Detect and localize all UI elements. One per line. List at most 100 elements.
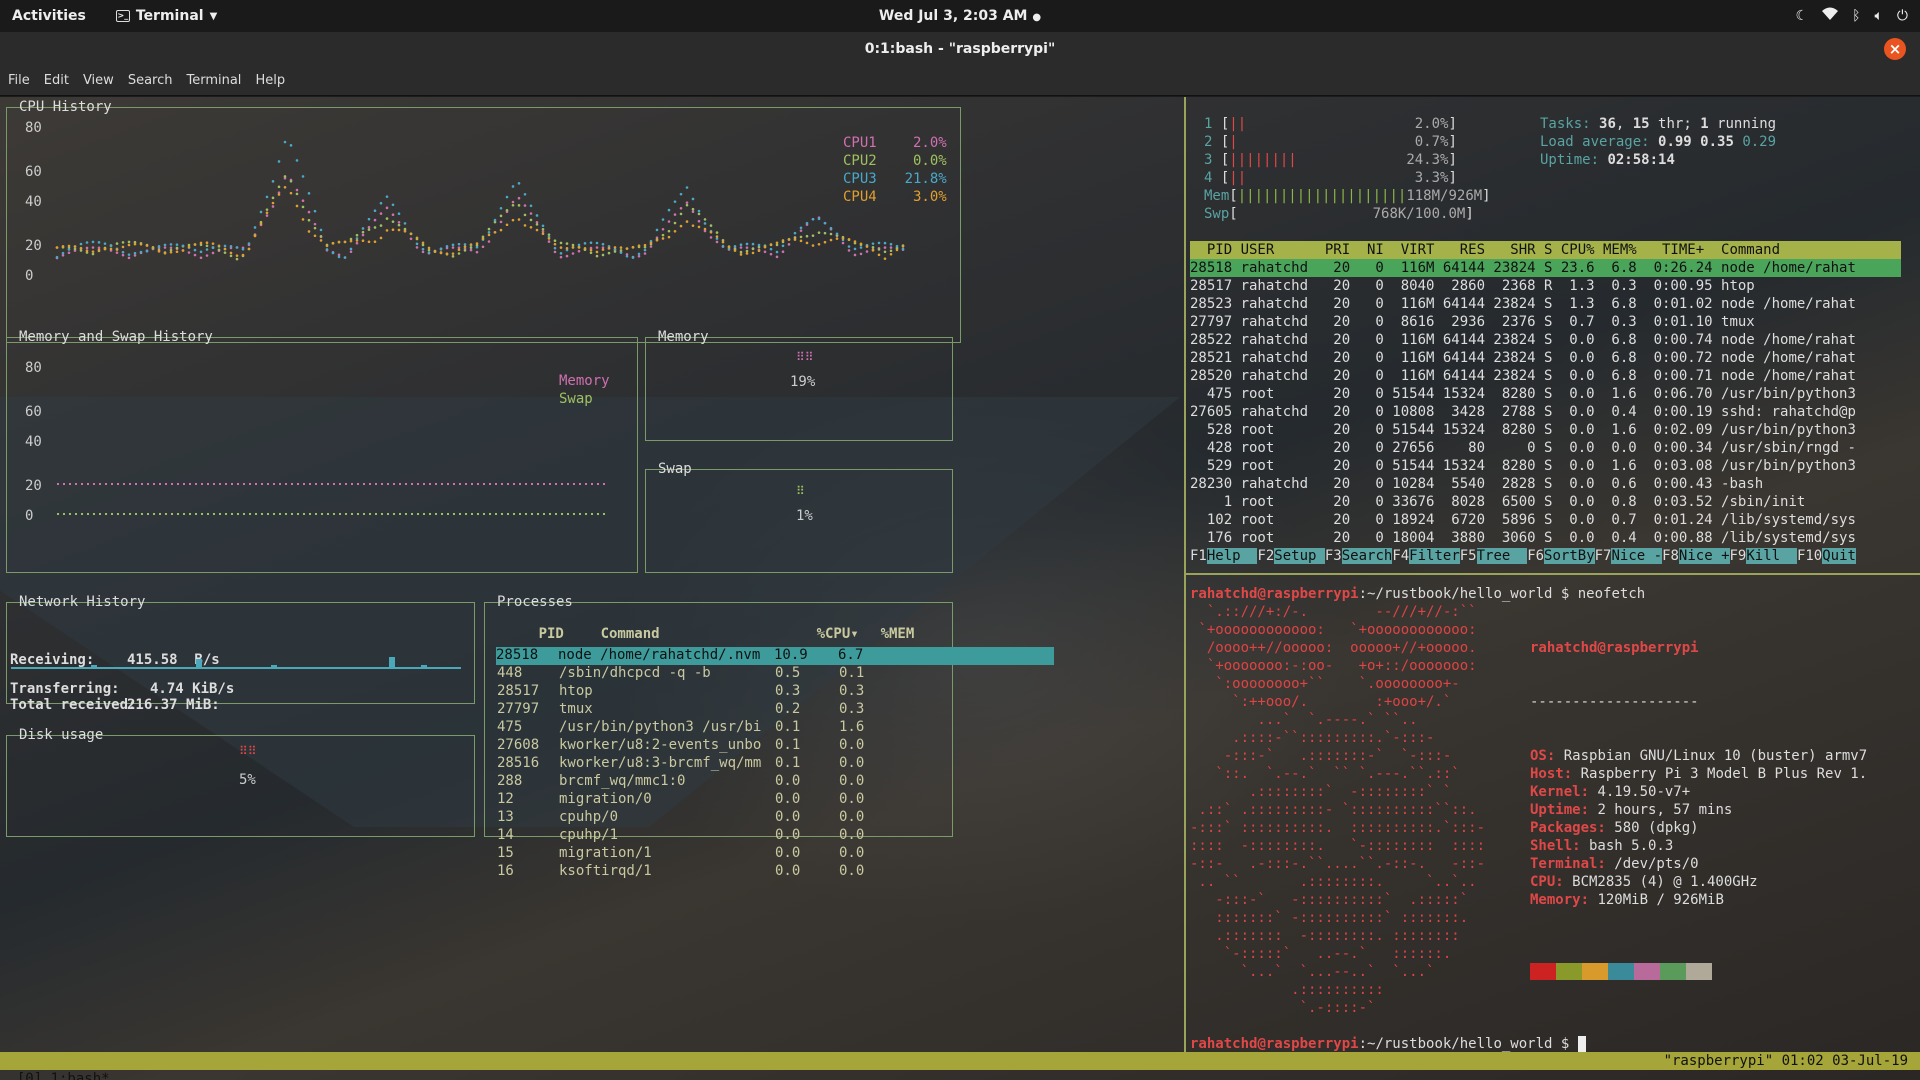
htop-process-row[interactable]: 28522 rahatchd 20 0 116M 64144 23824 S 0… [1190,331,1901,349]
htop-process-row[interactable]: 28518 rahatchd 20 0 116M 64144 23824 S 2… [1190,259,1901,277]
fkey-filter[interactable]: F4Filter [1392,548,1460,564]
menu-view[interactable]: View [83,73,114,88]
process-row[interactable]: 14 cpuhp/1 0.0 0.0 [497,827,879,845]
cpu-history-point [109,244,113,248]
process-mem: 0.0 [839,773,865,789]
col-mem[interactable]: %MEM [881,626,915,642]
fkey-tree[interactable]: F5Tree [1460,548,1528,564]
col-command[interactable]: Command [601,626,817,642]
shell-prompt[interactable]: rahatchd@raspberrypi:~/rustbook/hello_wo… [1190,1035,1586,1053]
cpu-history-point [337,255,341,259]
process-pid: 28517 [497,683,540,699]
cpu-history-point [517,204,521,207]
cpu-history-point [805,234,809,238]
process-row[interactable]: 28518 node /home/rahatchd/.nvm 10.9 6.7 [496,647,1054,665]
cpu-history-point [73,245,77,248]
info-value: Raspberry Pi 3 Model B Plus Rev 1. [1572,766,1868,782]
cpu-history-point [583,242,587,245]
htop-process-row[interactable]: 28523 rahatchd 20 0 116M 64144 23824 S 1… [1190,295,1901,313]
cpu-history-point [463,243,467,246]
color-swatch [1556,963,1582,980]
process-row[interactable]: 288 brcmf_wq/mmc1:0 0.0 0.0 [497,773,879,791]
htop-process-row[interactable]: 28521 rahatchd 20 0 116M 64144 23824 S 0… [1190,349,1901,367]
close-button[interactable]: × [1884,38,1906,60]
cpu-history-point [499,220,503,224]
cpu-history-point [127,240,131,244]
process-row[interactable]: 27608 kworker/u8:2-events_unbo 0.1 0.0 [497,737,879,755]
process-row[interactable]: 27797 tmux 0.2 0.3 [497,701,879,719]
process-row[interactable]: 28517 htop 0.3 0.3 [497,683,879,701]
fkey-nice-[interactable]: F7Nice - [1595,548,1663,564]
cpu-history-point [271,180,275,183]
cpu-history-point [673,213,677,216]
htop-process-row[interactable]: 28517 rahatchd 20 0 8040 2860 2368 R 1.3… [1190,277,1901,295]
menu-search[interactable]: Search [128,73,173,88]
tmux-window-list[interactable]: [0] 1:bash* [17,1071,110,1080]
process-command: migration/0 [559,791,652,807]
htop-process-row[interactable]: 528 root 20 0 51544 15324 8280 S 0.0 1.6… [1190,421,1901,439]
cpu-history-point [595,254,599,258]
htop-process-row[interactable]: 28230 rahatchd 20 0 10284 5540 2828 S 0.… [1190,475,1901,493]
fkey-setup[interactable]: F2Setup [1257,548,1325,564]
fkey-kill[interactable]: F9Kill [1730,548,1797,564]
prompt-host: @raspberrypi [1257,586,1359,602]
fkey-number: F9 [1729,548,1747,564]
process-pid: 288 [497,773,523,789]
window-title: 0:1:bash - "raspberrypi" [864,41,1056,57]
process-row[interactable]: 448/sbin/dhcpcd -q -b 0.5 0.1 [497,665,879,683]
htop-process-row[interactable]: 1 root 20 0 33676 8028 6500 S 0.0 0.8 0:… [1190,493,1901,511]
cpu-history-point [733,245,737,248]
process-row[interactable]: 16 ksoftirqd/1 0.0 0.0 [497,863,879,881]
cpu-history-point [493,218,497,222]
process-command: /usr/bin/python3 /usr/bi [559,719,762,735]
fkey-quit[interactable]: F10Quit [1797,548,1856,564]
htop-process-row[interactable]: 27797 rahatchd 20 0 8616 2936 2376 S 0.7… [1190,313,1901,331]
cpu-history-point [847,237,851,241]
info-key: Kernel: [1530,784,1590,800]
htop-process-row[interactable]: 28520 rahatchd 20 0 116M 64144 23824 S 0… [1190,367,1901,385]
load-1: 0.99 [1658,134,1692,150]
htop-process-row[interactable]: 176 root 20 0 18004 3880 3060 S 0.0 0.4 … [1190,529,1901,547]
activities-button[interactable]: Activities [12,8,86,24]
cpu-history-point [265,214,269,217]
col-cpu[interactable]: %CPU▾ [817,626,881,642]
fkey-sortby[interactable]: F6SortBy [1527,548,1595,564]
disk-usage-title: Disk usage [19,727,104,743]
fkey-number: F3 [1324,548,1342,564]
app-menu-button[interactable]: >_ Terminal ▼ [115,8,217,24]
cpu-history-point [235,246,239,249]
htop-process-row[interactable]: 428 root 20 0 27656 80 0 S 0.0 0.0 0:00.… [1190,439,1901,457]
cpu-history-point [595,241,599,245]
process-row[interactable]: 13 cpuhp/0 0.0 0.0 [497,809,879,827]
htop-process-row[interactable]: 27605 rahatchd 20 0 10808 3428 2788 S 0.… [1190,403,1901,421]
cpu-history-point [115,242,119,245]
cpu-history-point [127,243,131,247]
htop-process-row[interactable]: 529 root 20 0 51544 15324 8280 S 0.0 1.6… [1190,457,1901,475]
htop-process-row[interactable]: 475 root 20 0 51544 15324 8280 S 0.0 1.6… [1190,385,1901,403]
menu-file[interactable]: File [8,73,30,88]
process-command: cpuhp/0 [559,809,619,825]
neofetch-command-line: rahatchd@raspberrypi:~/rustbook/hello_wo… [1190,585,1645,603]
htop-process-row[interactable]: 102 root 20 0 18924 6720 5896 S 0.0 0.7 … [1190,511,1901,529]
cpu-meter-2: 2 [| 0.7%] [1204,134,1457,150]
process-row[interactable]: 475/usr/bin/python3 /usr/bi 0.1 1.6 [497,719,879,737]
col-pid[interactable]: PID [539,626,601,642]
menu-edit[interactable]: Edit [44,73,69,88]
process-row[interactable]: 15 migration/1 0.0 0.0 [497,845,879,863]
cpu-history-point [415,236,419,240]
window-title-bar[interactable]: 0:1:bash - "raspberrypi" × [0,32,1920,66]
fkey-search[interactable]: F3Search [1324,548,1393,564]
fkey-help[interactable]: F1Help [1190,548,1258,564]
htop-column-header[interactable]: PID USER PRI NI VIRT RES SHR S CPU% MEM%… [1190,241,1901,259]
cpu-history-point [451,255,455,258]
system-tray[interactable]: ☾ ᛒ 🔈︎ ⏻ [1796,0,1908,32]
fkey-nice+[interactable]: F8Nice + [1662,548,1730,564]
menu-terminal[interactable]: Terminal [186,73,241,88]
cpu-history-point [271,205,275,208]
clock-button[interactable]: Wed Jul 3, 2:03 AM ● [879,8,1041,24]
process-row[interactable]: 28516 kworker/u8:3-brcmf_wq/mm 0.1 0.0 [497,755,879,773]
cpu-history-point [751,251,755,255]
menu-help[interactable]: Help [255,73,285,88]
memory-gauge-percent: 19% [790,374,816,390]
process-row[interactable]: 12 migration/0 0.0 0.0 [497,791,879,809]
